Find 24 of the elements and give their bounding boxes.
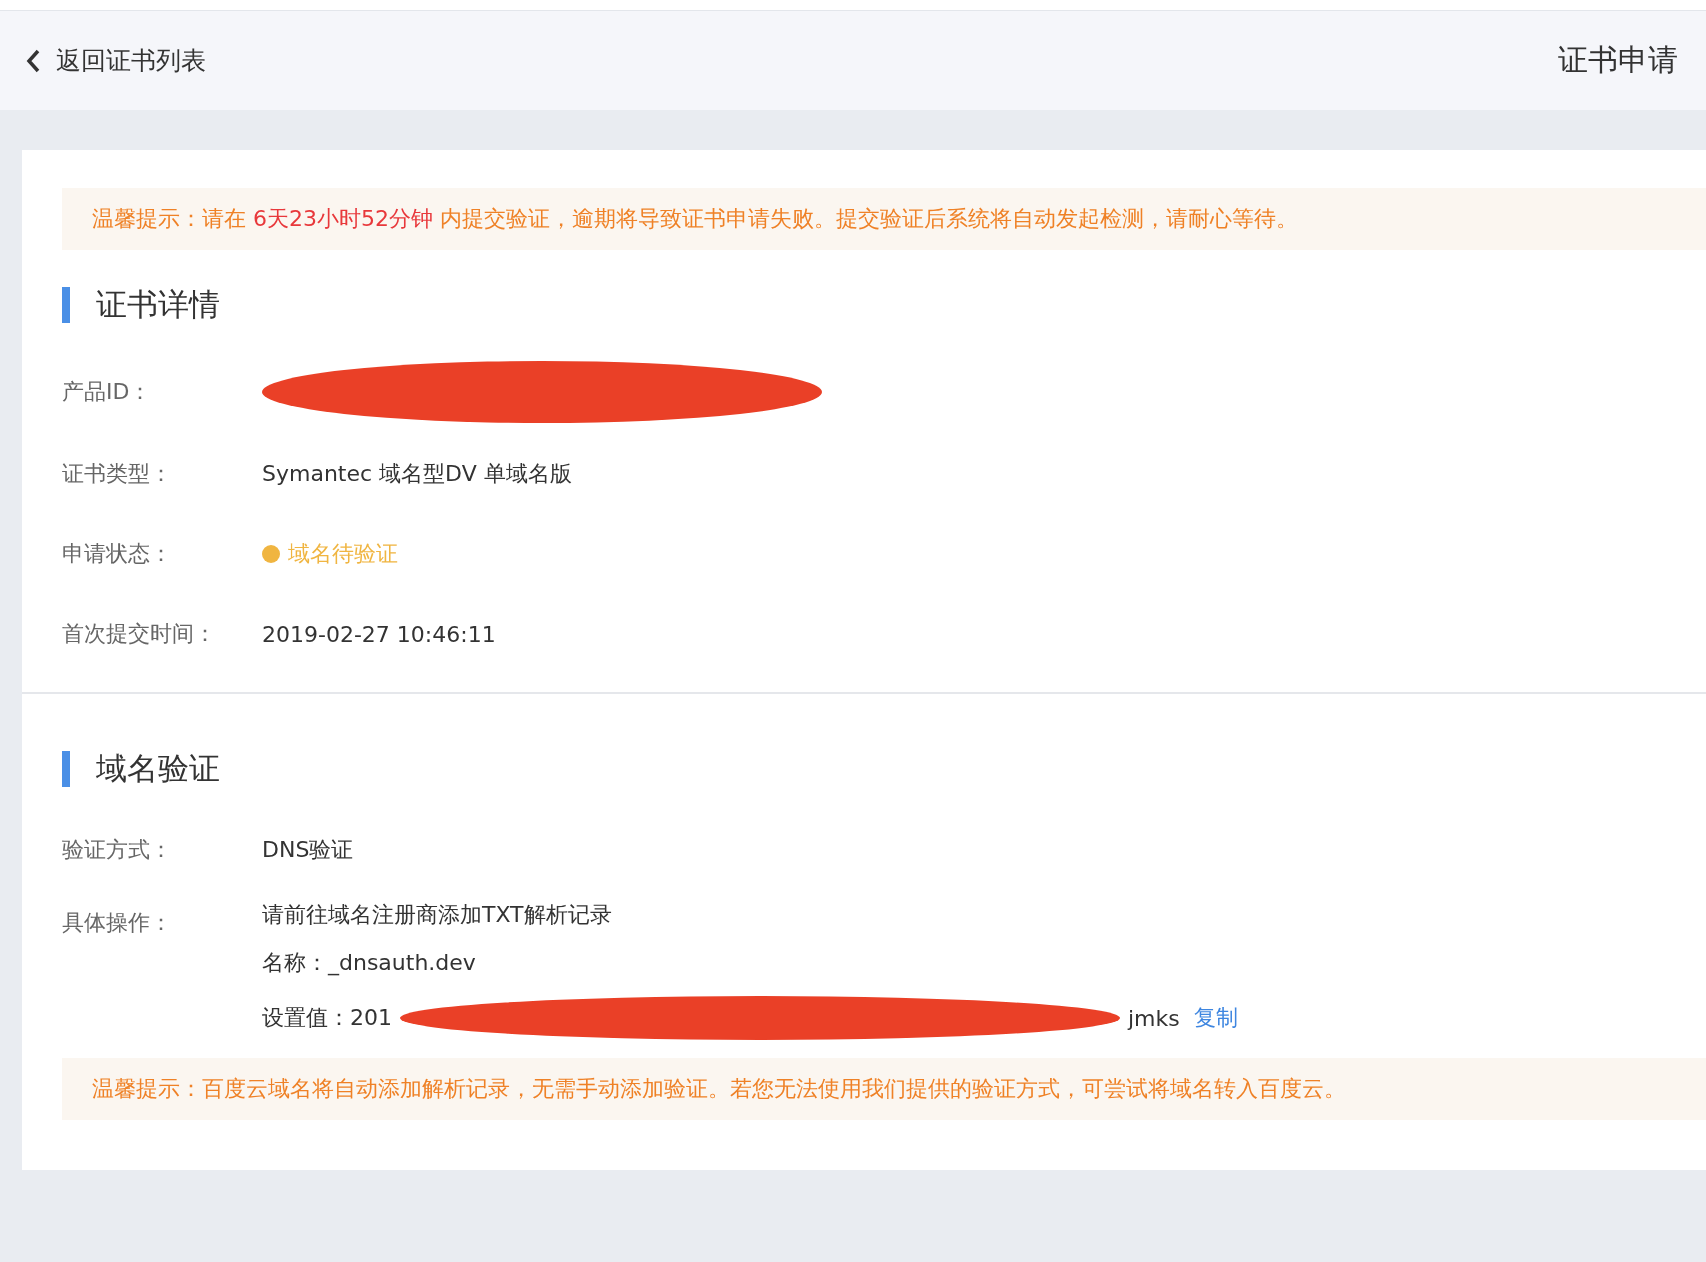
record-value: 设置值：201	[262, 1004, 392, 1032]
section-title: 证书详情	[96, 285, 220, 324]
section-marker	[62, 751, 70, 787]
notice-banner: 温馨提示：请在 6天23小时52分钟 内提交验证，逾期将导致证书申请失败。提交验证后系统将自动发起检测，请耐心等待。	[62, 188, 1706, 250]
field-value: Symantec 域名型DV 单域名版	[262, 460, 572, 488]
record-value: jmks	[1128, 1005, 1180, 1031]
field-label: 证书类型：	[62, 460, 173, 488]
status-text: 域名待验证	[288, 540, 398, 568]
field-value: DNS验证	[262, 836, 354, 864]
section-marker	[62, 287, 70, 323]
instruction-text: 请前往域名注册商添加TXT解析记录	[262, 901, 613, 929]
chevron-left-icon	[26, 48, 40, 73]
page-title: 证书申请	[1558, 41, 1678, 79]
field-label: 具体操作：	[62, 909, 173, 937]
back-link[interactable]: 返回证书列表	[26, 44, 206, 77]
field-label: 验证方式：	[62, 836, 173, 864]
notice-banner: 温馨提示：百度云域名将自动添加解析记录，无需手动添加验证。若您无法使用我们提供的验证方式，可尝试将域名转入百度云。	[62, 1058, 1706, 1120]
field-label: 首次提交时间：	[62, 620, 217, 648]
field-label: 产品ID：	[62, 378, 153, 406]
field-value: 2019-02-27 10:46:11	[262, 621, 496, 647]
copy-link[interactable]: 复制	[1193, 1003, 1238, 1033]
field-label: 申请状态：	[62, 540, 173, 568]
section-title: 域名验证	[96, 749, 220, 788]
record-name: 名称：_dnsauth.dev	[262, 949, 477, 978]
